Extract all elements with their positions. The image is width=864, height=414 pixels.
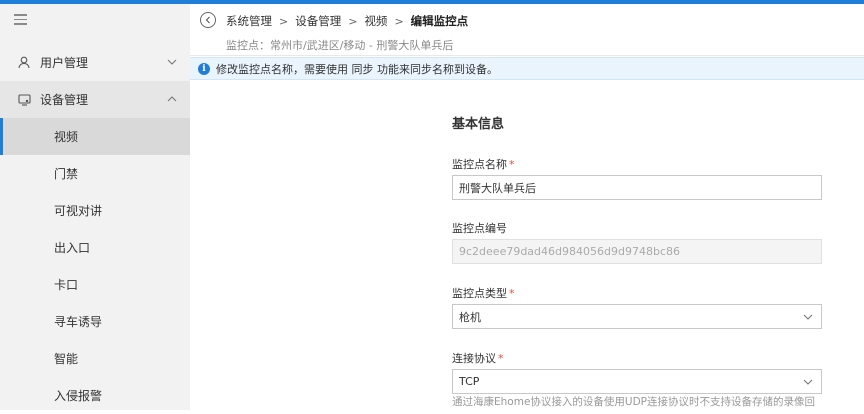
required-mark: * bbox=[509, 287, 515, 300]
sidebar-item-label: 视频 bbox=[54, 130, 79, 144]
page-subtitle: 监控点：常州市/武进区/移动 - 刑警大队单兵后 bbox=[226, 39, 454, 52]
sidebar-item-parking-guidance[interactable]: 寻车诱导 bbox=[0, 303, 190, 340]
sidebar-item-label: 入侵报警 bbox=[54, 389, 103, 403]
chevron-right-icon: > bbox=[394, 14, 404, 28]
sidebar-item-label: 出入口 bbox=[54, 241, 91, 255]
breadcrumb-item[interactable]: 设备管理 bbox=[295, 13, 341, 29]
chevron-down-icon bbox=[803, 379, 813, 385]
nav-group-label: 用户管理 bbox=[40, 56, 89, 70]
main-content: 系统管理 > 设备管理 > 视频 > 编辑监控点 监控点：常州市/武进区/移动 … bbox=[190, 4, 864, 410]
code-input-value: 9c2deee79dad46d984056d9d9748bc86 bbox=[459, 245, 680, 258]
name-input-value: 刑警大队单兵后 bbox=[459, 181, 536, 195]
type-label: 监控点类型 * bbox=[452, 285, 515, 301]
code-label: 监控点编号 bbox=[452, 222, 507, 235]
protocol-select[interactable]: TCP bbox=[452, 369, 822, 394]
sidebar-item-checkpoint[interactable]: 卡口 bbox=[0, 266, 190, 303]
nav-group-device-management[interactable]: 设备管理 bbox=[0, 81, 190, 118]
name-label: 监控点名称 * bbox=[452, 156, 515, 172]
page-header: 系统管理 > 设备管理 > 视频 > 编辑监控点 监控点：常州市/武进区/移动 … bbox=[190, 4, 864, 56]
sidebar-item-video[interactable]: 视频 bbox=[0, 118, 190, 155]
section-title: 基本信息 bbox=[452, 117, 505, 132]
breadcrumb: 系统管理 > 设备管理 > 视频 > 编辑监控点 bbox=[226, 13, 468, 29]
breadcrumb-item[interactable]: 系统管理 bbox=[226, 13, 272, 29]
type-label-text: 监控点类型 bbox=[452, 287, 507, 300]
chevron-down-icon bbox=[803, 314, 813, 320]
chevron-right-icon: > bbox=[348, 14, 358, 28]
sidebar-item-label: 智能 bbox=[54, 352, 79, 366]
sidebar: 用户管理 设备管理 视频 门禁 可视对讲 出入口 卡口 寻车诱导 智能 入侵报警 bbox=[0, 4, 190, 410]
back-button[interactable] bbox=[200, 12, 216, 28]
sidebar-item-label: 卡口 bbox=[54, 278, 79, 292]
required-mark: * bbox=[509, 158, 515, 171]
menu-toggle-icon[interactable] bbox=[14, 14, 32, 32]
sidebar-item-video-intercom[interactable]: 可视对讲 bbox=[0, 192, 190, 229]
nav-group-user-management[interactable]: 用户管理 bbox=[0, 44, 190, 81]
user-icon bbox=[17, 56, 31, 70]
name-label-text: 监控点名称 bbox=[452, 158, 507, 171]
protocol-label-text: 连接协议 bbox=[452, 352, 496, 365]
info-icon: i bbox=[198, 62, 210, 75]
type-select[interactable]: 枪机 bbox=[452, 304, 822, 329]
sidebar-item-label: 门禁 bbox=[54, 167, 79, 181]
nav-group-label: 设备管理 bbox=[40, 93, 89, 107]
name-input[interactable]: 刑警大队单兵后 bbox=[452, 175, 822, 200]
required-mark: * bbox=[498, 352, 504, 365]
code-input: 9c2deee79dad46d984056d9d9748bc86 bbox=[452, 239, 822, 264]
chevron-down-icon bbox=[166, 56, 178, 68]
chevron-left-icon bbox=[205, 16, 210, 24]
sidebar-item-label: 可视对讲 bbox=[54, 204, 103, 218]
protocol-select-value: TCP bbox=[459, 375, 480, 388]
protocol-hint: 通过海康Ehome协议接入的设备使用UDP连接协议时不支持设备存储的录像回 bbox=[452, 396, 816, 408]
sidebar-item-entrance-exit[interactable]: 出入口 bbox=[0, 229, 190, 266]
breadcrumb-item[interactable]: 视频 bbox=[364, 13, 387, 29]
sidebar-item-intelligent[interactable]: 智能 bbox=[0, 340, 190, 377]
protocol-label: 连接协议 * bbox=[452, 350, 504, 366]
info-banner-text: 修改监控点名称，需要使用 同步 功能来同步名称到设备。 bbox=[216, 62, 498, 76]
chevron-up-icon bbox=[166, 93, 178, 105]
info-banner: i 修改监控点名称，需要使用 同步 功能来同步名称到设备。 bbox=[190, 57, 864, 80]
breadcrumb-current: 编辑监控点 bbox=[410, 14, 469, 28]
sidebar-item-intrusion-alarm[interactable]: 入侵报警 bbox=[0, 377, 190, 414]
sidebar-item-access-control[interactable]: 门禁 bbox=[0, 155, 190, 192]
type-select-value: 枪机 bbox=[459, 310, 481, 324]
device-icon bbox=[17, 93, 31, 107]
chevron-right-icon: > bbox=[279, 14, 289, 28]
sidebar-item-label: 寻车诱导 bbox=[54, 315, 103, 329]
